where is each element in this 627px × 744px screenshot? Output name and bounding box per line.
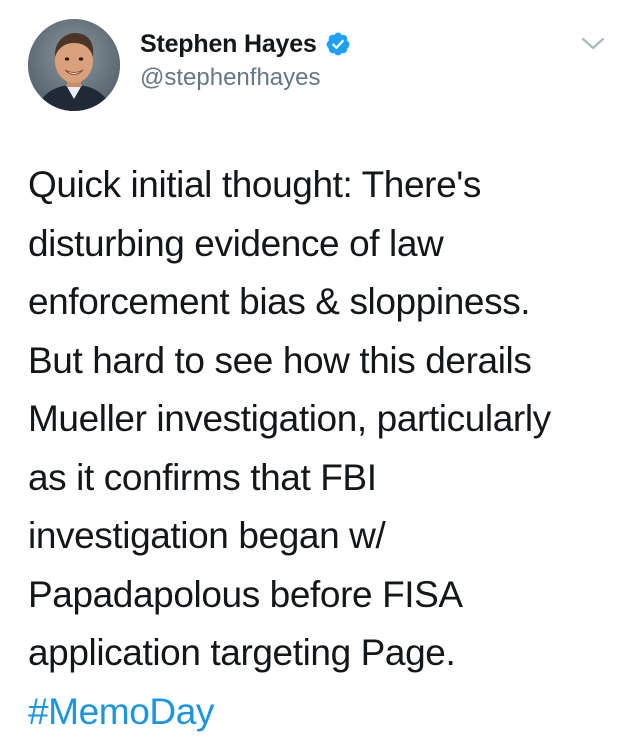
author-handle[interactable]: @stephenfhayes <box>140 64 320 92</box>
tweet-line: enforcement bias & sloppiness. <box>28 281 531 322</box>
hashtag-link[interactable]: #MemoDay <box>28 683 620 742</box>
avatar-image <box>28 19 120 111</box>
tweet-line: investigation began w/ <box>28 515 386 556</box>
tweet: Stephen Hayes @stephenfhayes Quick initi… <box>0 0 627 744</box>
author-name-row: Stephen Hayes <box>140 28 351 60</box>
tweet-text: Quick initial thought: There's disturbin… <box>28 156 620 741</box>
author-display-name[interactable]: Stephen Hayes <box>140 30 317 59</box>
tweet-line: disturbing evidence of law <box>28 222 444 264</box>
tweet-line: Mueller investigation, particularly <box>28 398 551 439</box>
tweet-line: Quick initial thought: There's <box>28 164 482 205</box>
tweet-line: Papadapolous before FISA <box>28 573 463 615</box>
author-avatar[interactable] <box>28 19 120 111</box>
tweet-line: But hard to see how this derails <box>28 339 532 381</box>
verified-badge-icon <box>325 31 351 57</box>
chevron-down-icon[interactable] <box>580 34 606 54</box>
tweet-line: application targeting Page. <box>28 632 456 673</box>
tweet-line: as it confirms that FBI <box>28 456 377 498</box>
